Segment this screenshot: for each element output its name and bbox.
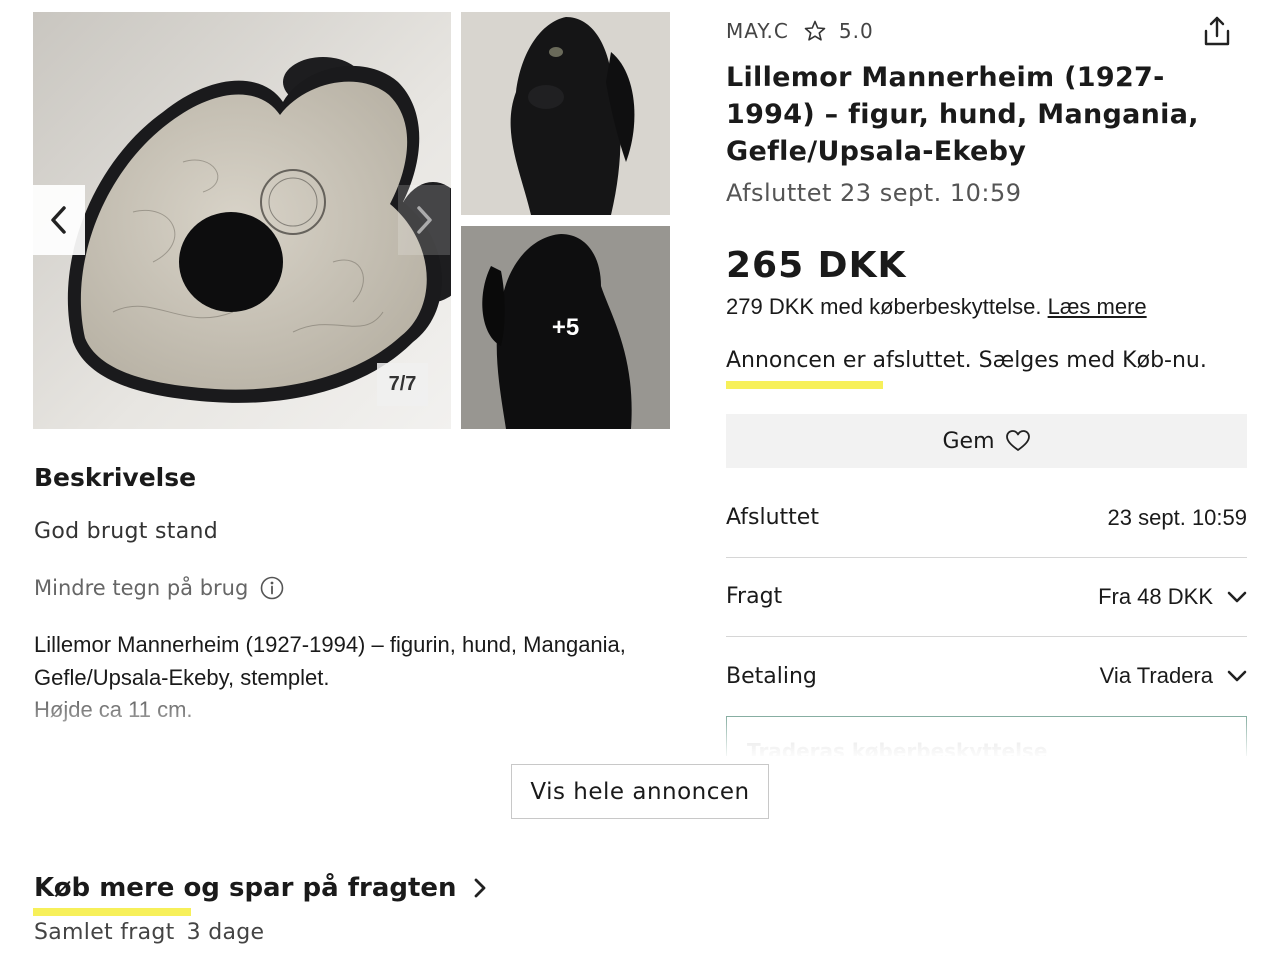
condition-hint: Mindre tegn på brug xyxy=(34,576,284,600)
description-body: Lillemor Mannerheim (1927-1994) – figuri… xyxy=(34,632,626,690)
show-full-listing-button[interactable]: Vis hele annoncen xyxy=(511,764,769,819)
seller-rating: 5.0 xyxy=(838,19,874,43)
read-more-link[interactable]: Læs mere xyxy=(1048,294,1147,319)
ended-label: Afsluttet xyxy=(726,505,819,530)
item-price: 265 DKK xyxy=(726,245,907,286)
item-condition: God brugt stand xyxy=(34,519,218,544)
chevron-right-icon xyxy=(417,206,432,234)
thumbnail-more-images[interactable]: +5 xyxy=(461,226,670,429)
item-title: Lillemor Mannerheim (1927-1994) – figur,… xyxy=(726,62,1199,167)
highlight-underline xyxy=(726,381,883,389)
next-image-button[interactable] xyxy=(398,185,450,255)
buyer-protection-title: Traderas køberbeskyttelse xyxy=(747,739,1048,756)
ended-subtitle: Afsluttet 23 sept. 10:59 xyxy=(726,179,1022,207)
highlight-underline xyxy=(33,908,191,916)
thumbnail-image[interactable] xyxy=(461,12,670,215)
bundle-days: 3 dage xyxy=(186,920,265,945)
buyer-protection-price: 279 DKK med køberbeskyttelse. Læs mere xyxy=(726,294,1147,320)
seller-name[interactable]: MAY.C xyxy=(726,19,789,43)
bundle-shipping-label: Samlet fragt xyxy=(34,920,175,945)
shipping-label: Fragt xyxy=(726,584,783,609)
ended-row: Afsluttet 23 sept. 10:59 xyxy=(726,478,1247,558)
bundle-shipping-info: Samlet fragt 3 dage xyxy=(34,920,264,945)
listing-status: Annoncen er afsluttet. Sælges med Køb-nu… xyxy=(726,348,1207,373)
chevron-down-icon xyxy=(1227,670,1247,682)
payment-row[interactable]: Betaling Via Tradera xyxy=(726,636,1247,716)
share-icon[interactable] xyxy=(1200,14,1234,48)
chevron-down-icon xyxy=(1227,591,1247,602)
description-height: Højde ca 11 cm. xyxy=(34,697,193,722)
info-icon[interactable] xyxy=(260,576,284,600)
buyer-protection-box[interactable]: Traderas køberbeskyttelse xyxy=(726,716,1247,756)
shipping-value: Fra 48 DKK xyxy=(1098,584,1247,610)
protection-price-text: 279 DKK med køberbeskyttelse. xyxy=(726,294,1042,319)
save-button[interactable]: Gem xyxy=(726,414,1247,468)
bundle-heading-text: Køb mere og spar på fragten xyxy=(34,873,457,903)
payment-value-text: Via Tradera xyxy=(1099,663,1213,688)
image-counter: 7/7 xyxy=(377,363,428,406)
star-icon xyxy=(804,20,826,41)
more-images-count: +5 xyxy=(461,226,670,429)
bundle-shipping-link[interactable]: Køb mere og spar på fragten xyxy=(34,873,487,903)
previous-image-button[interactable] xyxy=(33,185,85,255)
description-heading: Beskrivelse xyxy=(34,463,197,492)
payment-value: Via Tradera xyxy=(1100,663,1247,689)
ended-value: 23 sept. 10:59 xyxy=(1107,504,1247,530)
shipping-row[interactable]: Fragt Fra 48 DKK xyxy=(726,557,1247,637)
save-button-label: Gem xyxy=(942,428,995,454)
chevron-right-icon xyxy=(474,878,485,898)
chevron-left-icon xyxy=(51,206,66,234)
seller-info[interactable]: MAY.C 5.0 xyxy=(726,16,874,46)
heart-icon xyxy=(1005,430,1030,451)
shipping-value-text: Fra 48 DKK xyxy=(1098,583,1213,609)
condition-hint-text: Mindre tegn på brug xyxy=(34,576,249,600)
payment-label: Betaling xyxy=(726,663,817,689)
